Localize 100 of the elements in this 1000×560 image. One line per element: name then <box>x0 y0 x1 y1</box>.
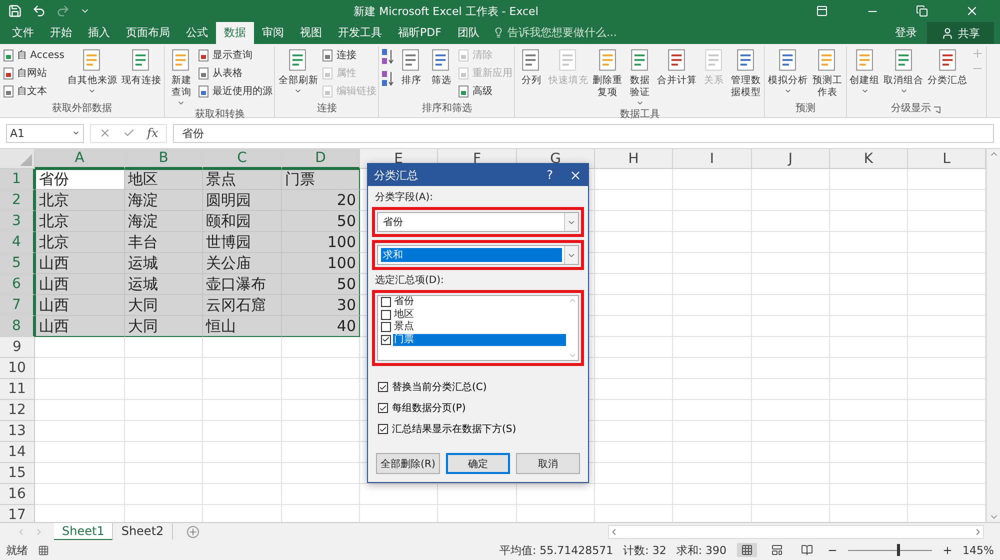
row-header[interactable]: 13 <box>0 421 35 442</box>
ribbon-tab[interactable]: 福昕PDF <box>390 22 450 44</box>
page-layout-icon[interactable] <box>770 544 783 556</box>
row-header[interactable]: 12 <box>0 400 35 421</box>
row-header[interactable]: 1 <box>0 169 35 190</box>
dialog-button[interactable]: 确定 <box>446 453 510 474</box>
checkbox[interactable] <box>381 297 391 308</box>
checkbox-list[interactable]: 省份 地区 景点 门票 <box>377 295 579 361</box>
ribbon-tab[interactable]: 公式 <box>178 22 216 44</box>
checkbox-label[interactable]: 汇总结果显示在数据下方(S) <box>392 422 516 436</box>
ribbon-tab[interactable]: 页面布局 <box>118 22 178 44</box>
save-icon[interactable] <box>8 4 22 18</box>
close-icon[interactable] <box>569 168 582 182</box>
row-header[interactable]: 8 <box>0 316 35 337</box>
row-header[interactable]: 7 <box>0 295 35 316</box>
ribbon-tab[interactable]: 文件 <box>4 22 42 44</box>
ribbon-button[interactable]: 连接 <box>321 47 376 63</box>
dialog-button[interactable]: 全部删除(R) <box>376 453 440 474</box>
ribbon-button[interactable]: 高级 <box>457 83 512 99</box>
dropdown-field[interactable]: 求和 <box>377 245 579 265</box>
row-header[interactable]: 9 <box>0 337 35 358</box>
ribbon-display-icon[interactable] <box>816 5 828 17</box>
column-header[interactable]: D <box>282 149 360 169</box>
ribbon-tab[interactable]: 插入 <box>80 22 118 44</box>
checkbox-label[interactable]: 替换当前分类汇总(C) <box>392 380 487 394</box>
row-header[interactable]: 14 <box>0 442 35 463</box>
row-header[interactable]: 2 <box>0 190 35 211</box>
ribbon-button[interactable]: 创建组 <box>848 46 881 102</box>
ribbon-button[interactable]: 分类汇总 <box>926 46 969 102</box>
ribbon-button[interactable]: 筛选 <box>427 46 456 102</box>
column-header[interactable]: A <box>35 149 125 169</box>
list-item[interactable]: 门票 <box>393 334 566 346</box>
checkbox[interactable] <box>378 382 388 392</box>
help-button[interactable]: ? <box>536 168 563 182</box>
ribbon-button[interactable]: 模拟分析 <box>767 46 810 102</box>
ribbon-tab[interactable]: 开发工具 <box>330 22 390 44</box>
ribbon-button[interactable]: 数据验证 <box>626 46 654 108</box>
checkbox[interactable] <box>381 322 391 332</box>
macro-record-icon[interactable] <box>38 544 49 556</box>
sheet-tab[interactable]: Sheet1 <box>54 522 114 540</box>
ribbon-button[interactable]: 管理数据模型 <box>730 46 762 108</box>
checkbox[interactable] <box>378 424 388 434</box>
zoom-thumb[interactable] <box>896 544 900 556</box>
add-sheet-icon[interactable] <box>188 526 198 536</box>
row-header[interactable]: 3 <box>0 211 35 232</box>
column-header[interactable]: K <box>830 149 908 169</box>
ribbon-button[interactable]: 自网站 <box>2 65 64 81</box>
column-header[interactable]: H <box>595 149 673 169</box>
ribbon-button[interactable]: 新建查询 <box>167 46 196 108</box>
ribbon-button[interactable]: 现有连接 <box>120 46 162 102</box>
cancel-icon[interactable] <box>99 127 111 139</box>
row-header[interactable]: 15 <box>0 463 35 484</box>
ribbon-tab[interactable]: 审阅 <box>254 22 292 44</box>
sign-in-link[interactable]: 登录 <box>885 25 927 44</box>
row-header[interactable]: 5 <box>0 253 35 274</box>
horizontal-scrollbar[interactable] <box>608 524 984 538</box>
sort-ascending-icon[interactable] <box>381 47 396 67</box>
row-header[interactable]: 6 <box>0 274 35 295</box>
dialog-button[interactable]: 取消 <box>516 453 580 474</box>
row-header[interactable]: 10 <box>0 358 35 379</box>
checkbox[interactable] <box>378 403 388 413</box>
ribbon-button[interactable]: 自文本 <box>2 83 64 99</box>
tell-me-field[interactable]: 告诉我您想要做什么... <box>487 25 623 44</box>
close-icon[interactable] <box>965 4 979 18</box>
ribbon-button[interactable]: 合并计算 <box>656 46 698 108</box>
checkbox-label[interactable]: 每组数据分页(P) <box>392 401 466 415</box>
name-box[interactable]: A1 <box>6 124 84 142</box>
ribbon-button[interactable]: 分列 <box>517 46 546 108</box>
column-header[interactable]: I <box>673 149 752 169</box>
sort-descending-icon[interactable] <box>381 69 396 89</box>
ribbon-tab[interactable]: 开始 <box>42 22 80 44</box>
ribbon-tab[interactable]: 团队 <box>449 22 488 44</box>
restore-icon[interactable] <box>916 5 928 17</box>
ribbon-button[interactable]: 全部刷新 <box>277 46 320 102</box>
list-item[interactable]: 省份 <box>393 296 566 308</box>
column-header[interactable]: J <box>752 149 830 169</box>
share-button[interactable]: 共享 <box>927 22 994 44</box>
ribbon-tab[interactable]: 数据 <box>216 22 254 44</box>
row-header[interactable]: 4 <box>0 232 35 253</box>
list-item[interactable]: 地区 <box>393 308 566 321</box>
formula-field[interactable]: 省份 <box>173 124 994 142</box>
ribbon-button[interactable]: 最近使用的源 <box>197 83 272 99</box>
insert-function-button[interactable]: fx <box>147 126 158 140</box>
ribbon-button[interactable]: 自其他来源 <box>66 46 118 102</box>
column-header[interactable]: B <box>125 149 203 169</box>
enter-icon[interactable] <box>123 127 135 139</box>
column-header[interactable]: L <box>908 149 986 169</box>
ribbon-button[interactable]: 排序 <box>397 46 426 102</box>
row-header[interactable]: 11 <box>0 379 35 400</box>
ribbon-button[interactable]: 从表格 <box>197 65 272 81</box>
checkbox[interactable] <box>381 310 391 320</box>
dropdown-field[interactable]: 省份 <box>377 212 579 232</box>
page-break-icon[interactable] <box>800 544 813 556</box>
ribbon-button[interactable]: 取消组合 <box>882 46 925 102</box>
ribbon-button[interactable]: 自 Access <box>2 47 64 63</box>
ribbon-button[interactable]: 删除重复项 <box>591 46 624 108</box>
row-header[interactable]: 17 <box>0 505 35 522</box>
undo-icon[interactable] <box>32 4 46 18</box>
column-header[interactable]: C <box>203 149 282 169</box>
zoom-in-icon[interactable] <box>942 544 953 556</box>
